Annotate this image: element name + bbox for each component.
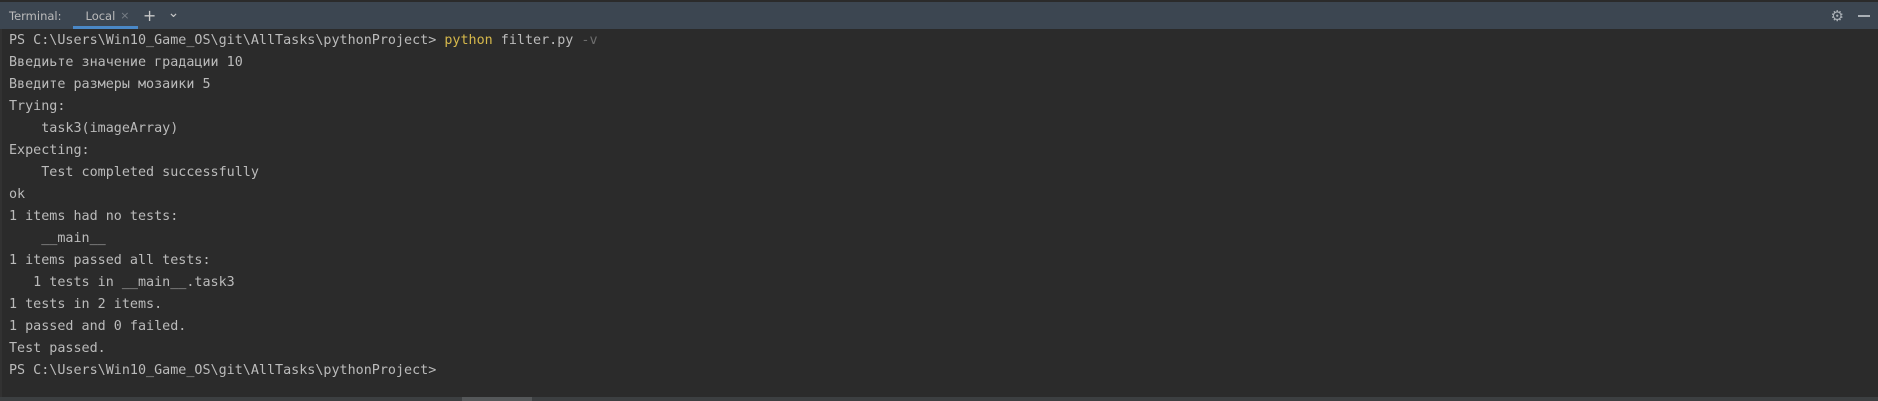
final-prompt: PS C:\Users\Win10_Game_OS\git\AllTasks\p…	[9, 363, 437, 378]
output-line: task3(imageArray)	[9, 121, 179, 136]
output-line: 1 items passed all tests:	[9, 253, 211, 268]
output-line: Test completed successfully	[9, 165, 259, 180]
command-flag: -v	[581, 33, 598, 48]
output-line: Trying:	[9, 99, 66, 114]
command-line: PS C:\Users\Win10_Game_OS\git\AllTasks\p…	[9, 30, 598, 52]
output-line: 1 passed and 0 failed.	[9, 319, 187, 334]
output-line: Введите размеры мозаики 5	[9, 77, 211, 92]
tab-label: Local	[85, 8, 116, 23]
terminal-title: Terminal:	[9, 8, 62, 23]
command-args: filter.py	[492, 33, 582, 48]
gear-icon[interactable]: ⚙	[1831, 7, 1844, 25]
output-line: 1 tests in 2 items.	[9, 297, 163, 312]
output-line: Введиьте значение градации 10	[9, 55, 243, 70]
output-line: Test passed.	[9, 341, 106, 356]
tab-local[interactable]: Local ×	[73, 2, 138, 29]
output-line: __main__	[9, 231, 106, 246]
add-tab-icon[interactable]: +	[138, 6, 162, 25]
horizontal-scrollbar[interactable]	[0, 397, 1878, 401]
command: python	[444, 33, 493, 48]
scrollbar-thumb[interactable]	[462, 397, 532, 401]
output-line: 1 items had no tests:	[9, 209, 179, 224]
prompt: PS C:\Users\Win10_Game_OS\git\AllTasks\p…	[9, 33, 445, 48]
terminal-output[interactable]: PS C:\Users\Win10_Game_OS\git\AllTasks\p…	[0, 29, 1878, 397]
chevron-down-icon[interactable]: ⌄	[162, 5, 186, 21]
output-line: 1 tests in __main__.task3	[9, 275, 235, 290]
minimize-icon[interactable]	[1858, 14, 1870, 17]
terminal-toolbar: Terminal: Local × + ⌄ ⚙	[0, 2, 1878, 29]
close-tab-icon[interactable]: ×	[120, 9, 129, 22]
output-line: Expecting:	[9, 143, 90, 158]
output-line: ok	[9, 187, 26, 202]
